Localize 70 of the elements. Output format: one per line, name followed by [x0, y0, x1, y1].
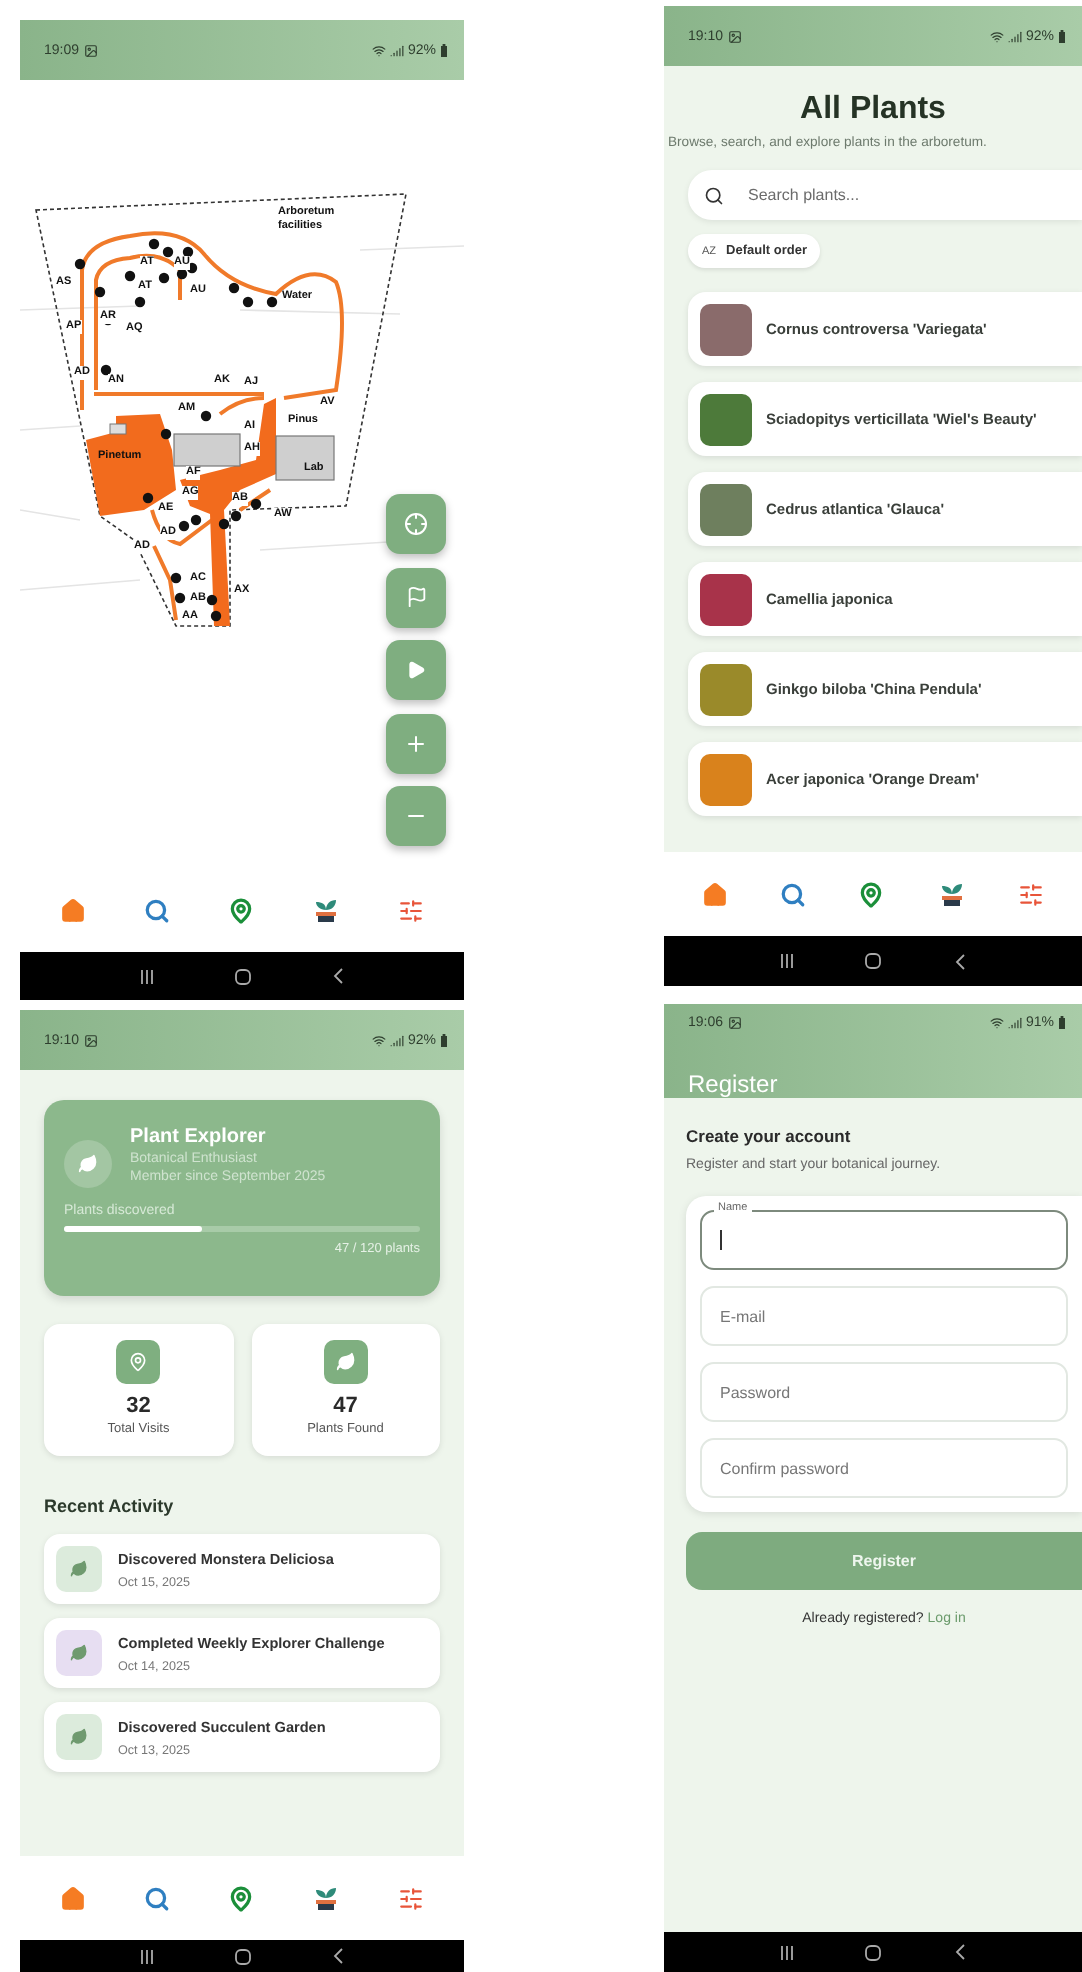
- back-icon[interactable]: [954, 1944, 967, 1960]
- map-pin-icon[interactable]: [227, 897, 254, 923]
- page-title: All Plants: [798, 92, 948, 128]
- profile-name: Plant Explorer: [130, 1126, 268, 1148]
- recents-icon[interactable]: [140, 1949, 154, 1963]
- sliders-icon[interactable]: [397, 897, 424, 923]
- potted-plant-icon[interactable]: [937, 880, 966, 908]
- input-field[interactable]: Confirm password: [700, 1438, 1068, 1498]
- play-button[interactable]: [386, 640, 446, 700]
- search-icon[interactable]: [780, 881, 807, 907]
- zoom-out-button[interactable]: [386, 786, 446, 846]
- gallery-icon: [727, 1016, 742, 1030]
- home-icon[interactable]: [60, 897, 87, 923]
- signal-icon: [389, 1033, 404, 1047]
- section-title: Recent Activity: [44, 1496, 176, 1516]
- signal-icon: [1007, 1016, 1022, 1030]
- map-pin-icon: [116, 1340, 161, 1384]
- gallery-icon: [727, 29, 742, 43]
- form-heading: Create your account: [686, 1126, 853, 1146]
- potted-plant-icon[interactable]: [311, 896, 340, 924]
- search-bar[interactable]: Search plants...: [688, 170, 1082, 220]
- photo-placeholder: [700, 303, 752, 355]
- avatar-leaf-icon: [64, 1140, 112, 1188]
- wifi-icon: [371, 1033, 386, 1047]
- crosshair-icon: [404, 512, 428, 536]
- home-icon[interactable]: [702, 881, 729, 907]
- back-icon[interactable]: [332, 968, 344, 984]
- flag-icon: [405, 586, 427, 608]
- gallery-icon: [83, 43, 98, 57]
- battery-icon: [440, 1033, 448, 1047]
- search-input[interactable]: Search plants...: [744, 184, 1044, 206]
- input-field[interactable]: E-mail: [700, 1286, 1068, 1346]
- play-icon: [406, 660, 426, 680]
- stat-value: 32: [126, 1394, 151, 1418]
- signal-icon: [1007, 29, 1022, 43]
- photo-placeholder: [700, 663, 752, 715]
- battery-icon: [1058, 29, 1066, 43]
- flag-button[interactable]: [386, 567, 446, 627]
- map-pin-icon[interactable]: [858, 881, 885, 907]
- home-icon[interactable]: [60, 1885, 87, 1911]
- wifi-icon: [371, 43, 386, 57]
- wifi-icon: [989, 1016, 1004, 1030]
- back-icon[interactable]: [332, 1948, 344, 1964]
- search-icon: [704, 185, 724, 205]
- gallery-icon: [83, 1033, 98, 1047]
- zoom-in-button[interactable]: [386, 713, 446, 773]
- recents-icon[interactable]: [140, 969, 154, 983]
- sliders-icon[interactable]: [1017, 881, 1044, 907]
- search-icon[interactable]: [144, 897, 171, 923]
- input-field[interactable]: Password: [700, 1362, 1068, 1422]
- battery-icon: [1058, 1016, 1066, 1030]
- locate-button[interactable]: [386, 494, 446, 554]
- app-bar-title: Register: [688, 1070, 778, 1098]
- map-pin-icon[interactable]: [227, 1885, 254, 1911]
- recents-icon[interactable]: [779, 1945, 794, 1959]
- photo-placeholder: [700, 753, 752, 805]
- search-icon[interactable]: [144, 1885, 171, 1911]
- recents-icon[interactable]: [779, 954, 794, 968]
- photo-placeholder: [700, 573, 752, 625]
- signal-icon: [389, 43, 404, 57]
- plus-icon: [404, 731, 428, 755]
- sliders-icon[interactable]: [397, 1885, 424, 1911]
- leaf-icon: [323, 1340, 368, 1384]
- photo-placeholder: [700, 483, 752, 535]
- wifi-icon: [989, 29, 1004, 43]
- stat-value: 47: [333, 1394, 358, 1418]
- back-icon[interactable]: [954, 953, 967, 969]
- photo-placeholder: [700, 393, 752, 445]
- potted-plant-icon[interactable]: [311, 1884, 340, 1912]
- battery-icon: [440, 43, 448, 57]
